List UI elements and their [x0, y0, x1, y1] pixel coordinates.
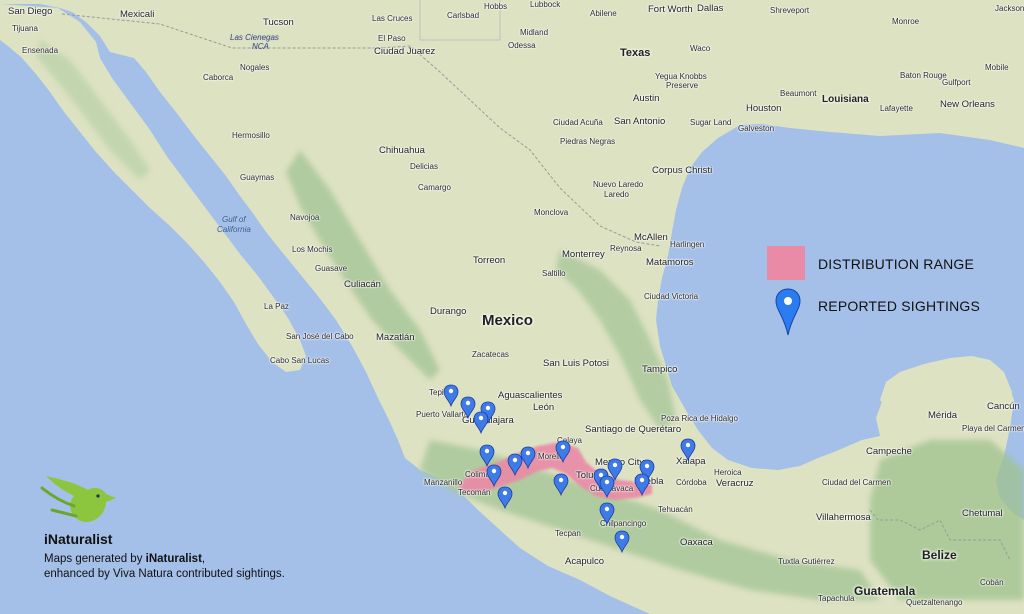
- sighting-pin[interactable]: [553, 473, 569, 496]
- sighting-pin[interactable]: [479, 444, 495, 467]
- sighting-pin[interactable]: [460, 396, 476, 419]
- credit-line-1-suffix: ,: [201, 553, 206, 565]
- legend-sightings-label: REPORTED SIGHTINGS: [818, 298, 981, 314]
- legend-range-label: DISTRIBUTION RANGE: [818, 256, 975, 272]
- sighting-pin[interactable]: [443, 384, 459, 407]
- sighting-pin[interactable]: [486, 464, 502, 487]
- sighting-pin[interactable]: [599, 475, 615, 498]
- sighting-pin[interactable]: [473, 411, 489, 434]
- sighting-pin[interactable]: [555, 440, 571, 463]
- brand-wordmark: iNaturalist: [44, 531, 113, 547]
- sighting-pin[interactable]: [599, 502, 615, 525]
- sighting-pin[interactable]: [634, 473, 650, 496]
- sighting-pin[interactable]: [520, 446, 536, 469]
- sighting-pin[interactable]: [614, 530, 630, 553]
- sighting-pin[interactable]: [680, 438, 696, 461]
- sighting-pin[interactable]: [507, 453, 523, 476]
- map-canvas[interactable]: Gulf of California Mexico Belize Guatema…: [0, 0, 1024, 614]
- credit-line-1-prefix: Maps generated by: [44, 553, 146, 565]
- inaturalist-bird-logo: [40, 476, 116, 522]
- sighting-pin[interactable]: [497, 486, 513, 509]
- credit-line-1: Maps generated by iNaturalist,: [44, 553, 205, 565]
- legend-pin-icon: [775, 288, 801, 336]
- legend-range-swatch: [767, 246, 805, 280]
- credit-line-2: enhanced by Viva Natura contributed sigh…: [44, 568, 285, 580]
- credit-brand-link[interactable]: iNaturalist: [146, 553, 202, 565]
